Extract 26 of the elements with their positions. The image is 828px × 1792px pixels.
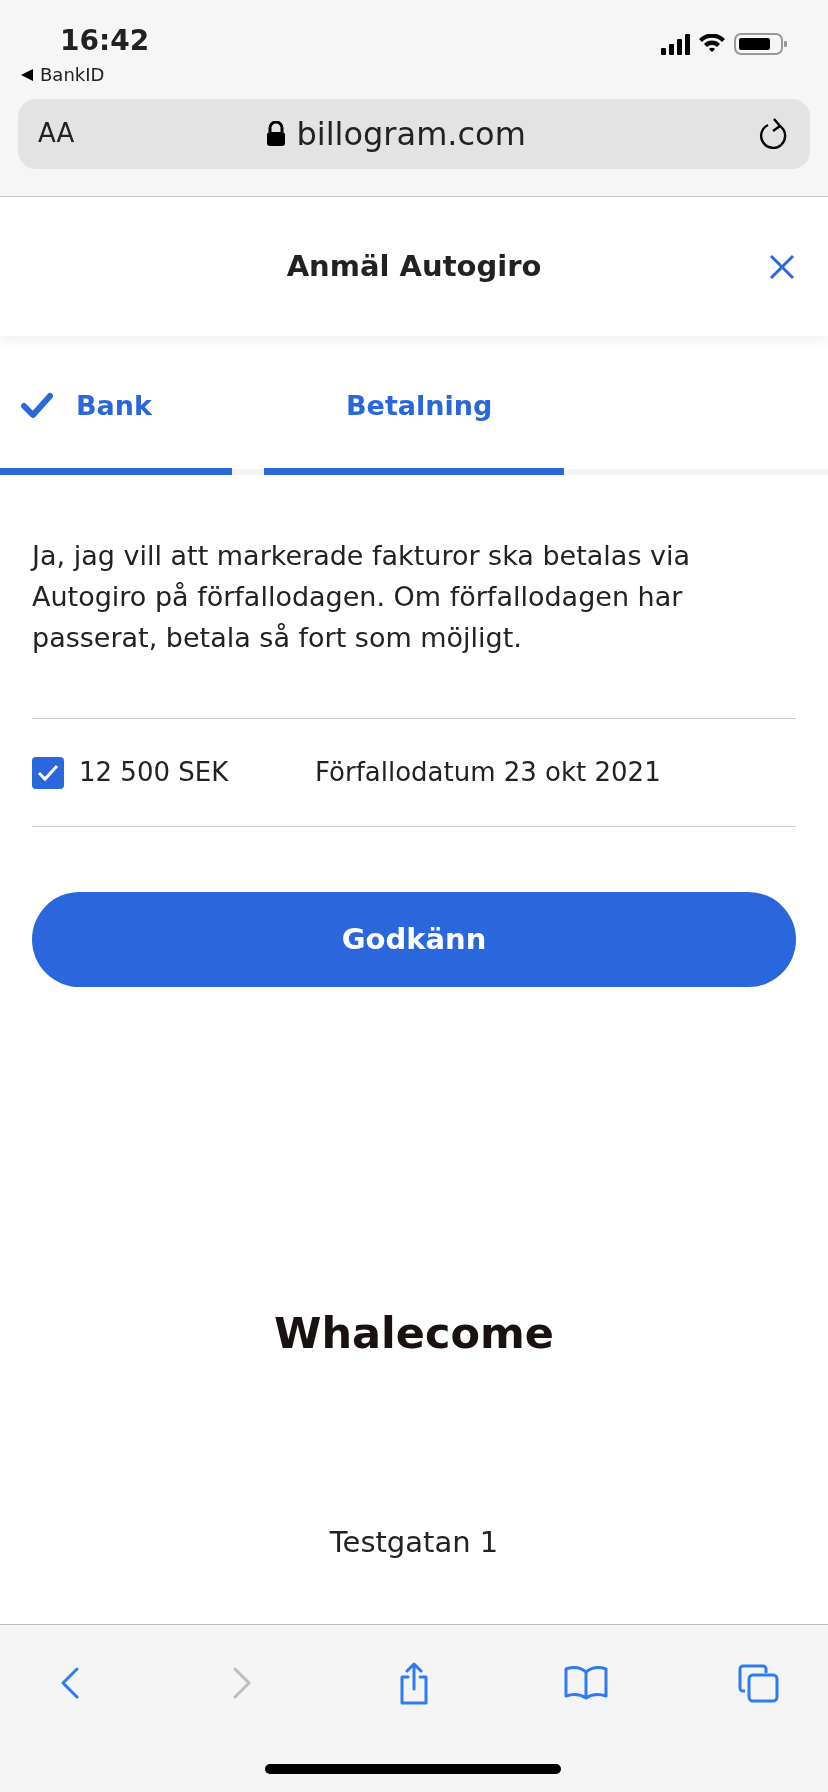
signal-icon: [661, 33, 690, 55]
tabs-icon: [737, 1663, 779, 1703]
consent-text: Ja, jag vill att markerade fakturor ska betalas via Autogiro på förfallodagen. Om förfallodagen har passerat, betala så fort som möjligt.: [29, 539, 692, 655]
triangle-icon: [20, 67, 34, 82]
book-icon: [564, 1665, 608, 1701]
checkmark-icon: [37, 763, 59, 782]
step-tab[interactable]: Bank: [0, 336, 232, 475]
approve-button[interactable]: Godkänn: [32, 892, 796, 987]
status-time: 16:42: [60, 27, 150, 55]
lock-icon: [266, 120, 287, 147]
step-tab[interactable]: Betalning: [264, 336, 564, 475]
back-to-app-text: BankID: [40, 63, 105, 87]
url-text: billogram.com: [296, 113, 526, 155]
wifi-icon: [698, 34, 726, 54]
back-icon: [61, 1667, 79, 1699]
due-date: Förfallodatum 23 okt 2021: [315, 756, 661, 789]
company-address: Testgatan 1: [328, 1523, 500, 1561]
company-name: Whalecome: [273, 1307, 555, 1360]
checkbox[interactable]: [32, 756, 64, 789]
share-icon: [400, 1661, 428, 1705]
invoice-amount: 12 500 SEK: [79, 756, 230, 789]
text-size-button[interactable]: AA: [38, 114, 75, 153]
page-title: Anmäl Autogiro: [286, 247, 542, 285]
forward-icon: [233, 1667, 251, 1699]
address-bar[interactable]: AA billogram.com: [18, 98, 810, 169]
battery-icon: [734, 33, 788, 55]
